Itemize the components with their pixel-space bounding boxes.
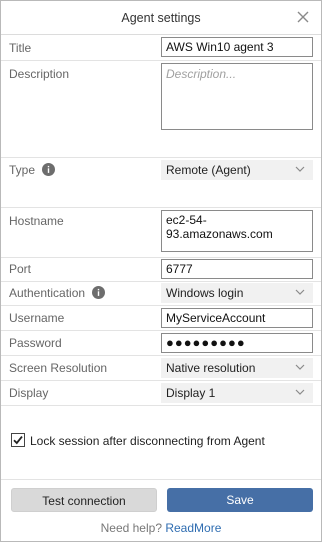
port-row: Port 6777 [1,257,321,282]
help-text: Need help? [100,521,162,535]
section-divider [1,405,321,406]
info-icon[interactable] [92,286,106,299]
authentication-row: Authentication Windows login [1,281,321,305]
lock-session-label: Lock session after disconnecting from Ag… [30,434,265,448]
description-placeholder: Description... [166,67,237,81]
chevron-down-icon [295,389,305,395]
chevron-down-icon [295,364,305,370]
port-input[interactable]: 6777 [161,259,313,279]
screen-resolution-value: Native resolution [166,361,256,375]
display-label: Display [9,386,49,400]
dialog-header: Agent settings [1,1,321,35]
info-icon[interactable] [42,163,56,176]
close-icon [297,11,309,23]
password-label: Password [9,336,62,350]
authentication-label-group: Authentication [9,286,106,300]
title-input[interactable]: AWS Win10 agent 3 [161,37,313,57]
username-input[interactable]: MyServiceAccount [161,308,313,328]
test-connection-button[interactable]: Test connection [11,488,157,512]
close-button[interactable] [295,9,311,25]
port-label: Port [9,262,32,276]
dialog-title: Agent settings [121,11,201,25]
title-label: Title [9,41,32,55]
hostname-label: Hostname [9,214,64,228]
username-row: Username MyServiceAccount [1,305,321,330]
chevron-down-icon [295,289,305,295]
checkmark-icon [13,436,23,445]
authentication-value: Windows login [166,286,244,300]
type-select[interactable]: Remote (Agent) [161,160,313,180]
type-label: Type [9,163,36,177]
description-label: Description [9,67,70,81]
type-label-group: Type [9,163,56,177]
screen-resolution-row: Screen Resolution Native resolution [1,355,321,380]
lock-session-checkbox[interactable] [11,433,25,447]
authentication-label: Authentication [9,286,86,300]
password-input[interactable]: ●●●●●●●●● [161,333,313,353]
screen-resolution-label: Screen Resolution [9,361,108,375]
type-row: Type Remote (Agent) [1,157,321,182]
hostname-input[interactable]: ec2-54-93.amazonaws.com [161,210,313,252]
footer-divider [1,479,321,480]
screen-resolution-select[interactable]: Native resolution [161,358,313,378]
help-text-line: Need help? ReadMore [1,521,321,535]
description-textarea[interactable]: Description... [161,63,313,130]
display-value: Display 1 [166,386,216,400]
save-button[interactable]: Save [167,488,313,512]
type-value: Remote (Agent) [166,163,251,177]
display-select[interactable]: Display 1 [161,383,313,403]
hostname-row: Hostname ec2-54-93.amazonaws.com [1,207,321,257]
title-row: Title AWS Win10 agent 3 [1,35,321,60]
read-more-link[interactable]: ReadMore [165,521,221,535]
description-row: Description Description... [1,60,321,132]
agent-settings-dialog: Agent settings Title AWS Win10 agent 3 D… [0,0,322,542]
chevron-down-icon [295,166,305,172]
username-label: Username [9,311,65,325]
authentication-select[interactable]: Windows login [161,283,313,303]
password-row: Password ●●●●●●●●● [1,330,321,355]
display-row: Display Display 1 [1,380,321,405]
